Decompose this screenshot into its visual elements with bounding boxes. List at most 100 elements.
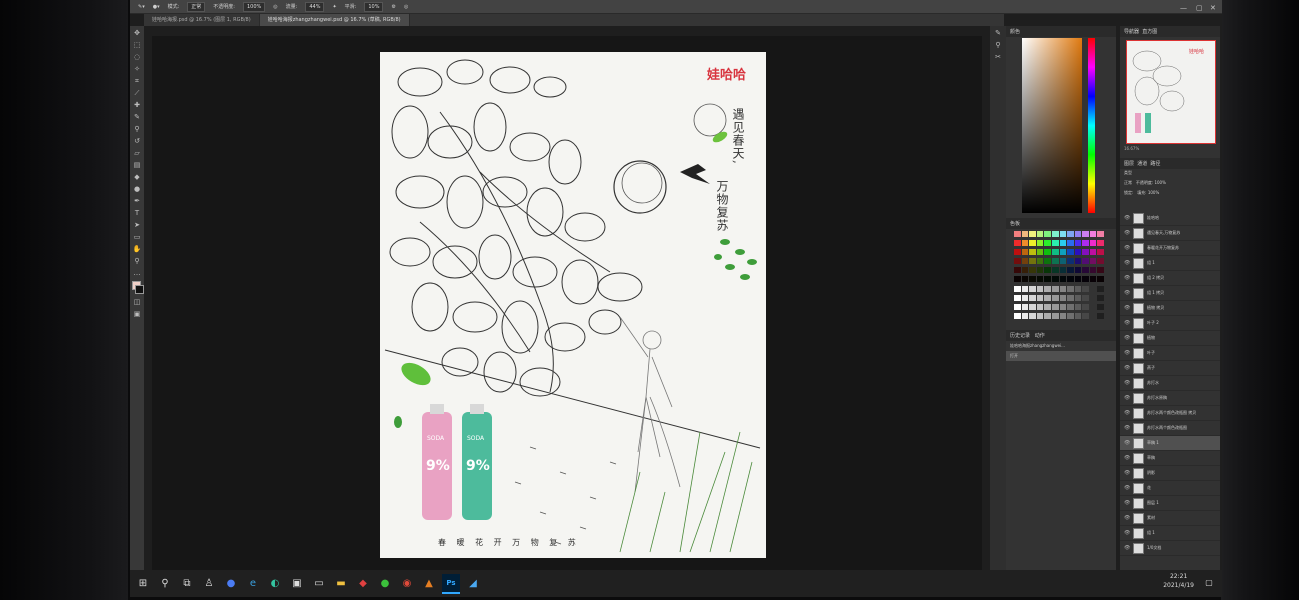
color-swatch[interactable] [1036, 267, 1044, 274]
color-swatch[interactable] [1097, 294, 1104, 301]
color-swatch[interactable] [1051, 249, 1059, 256]
notification-icon[interactable]: ▢ [1200, 574, 1218, 592]
hand-tool-icon[interactable]: ✋ [132, 245, 142, 254]
color-swatch[interactable] [1014, 240, 1021, 247]
color-swatch[interactable] [1067, 231, 1074, 237]
layer-row[interactable]: 👁 叶子 2 [1120, 316, 1220, 331]
layer-row[interactable]: 👁 燕子 [1120, 361, 1220, 376]
task-view-icon[interactable]: ⧉ [178, 575, 196, 593]
type-tool-icon[interactable]: T [132, 209, 142, 218]
visibility-eye-icon[interactable]: 👁 [1124, 530, 1130, 536]
layer-row[interactable]: 👁 娃哈哈 [1120, 211, 1220, 226]
color-swatch[interactable] [1044, 303, 1051, 310]
color-swatch[interactable] [1074, 249, 1082, 256]
color-swatch[interactable] [1014, 285, 1021, 292]
visibility-eye-icon[interactable]: 👁 [1124, 230, 1130, 236]
color-swatch[interactable] [1089, 258, 1097, 265]
color-swatch[interactable] [1014, 294, 1021, 301]
color-swatch[interactable] [1097, 276, 1104, 283]
color-swatch[interactable] [1097, 258, 1104, 265]
color-swatch[interactable] [1021, 312, 1029, 319]
color-swatch[interactable] [1067, 285, 1074, 292]
quick-mask-icon[interactable]: ◫ [132, 298, 142, 307]
color-swatch[interactable] [1029, 285, 1036, 292]
color-swatch[interactable] [1089, 231, 1097, 237]
brush-tool-icon[interactable]: ✎▾ [138, 4, 145, 10]
actions-tab-label[interactable]: 动作 [1035, 333, 1045, 339]
app-red-icon[interactable]: ◆ [354, 575, 372, 593]
layer-row[interactable]: 👁 花 [1120, 481, 1220, 496]
color-swatch[interactable] [1074, 285, 1082, 292]
color-swatch[interactable] [1044, 258, 1051, 265]
color-swatch[interactable] [1059, 240, 1067, 247]
airbrush-icon[interactable]: ✦ [332, 4, 336, 10]
color-swatch[interactable] [1097, 240, 1104, 247]
color-swatch[interactable] [1082, 258, 1089, 265]
color-swatch[interactable] [1044, 276, 1051, 283]
color-swatch[interactable] [1036, 303, 1044, 310]
color-swatch[interactable] [1044, 294, 1051, 301]
color-swatch[interactable] [1097, 267, 1104, 274]
app-cyan-icon[interactable]: ◢ [464, 575, 482, 593]
screen-mode-icon[interactable]: ▣ [132, 310, 142, 319]
color-swatch[interactable] [1044, 267, 1051, 274]
color-swatch[interactable] [1029, 249, 1036, 256]
color-swatch[interactable] [1067, 267, 1074, 274]
tab-document-1[interactable]: 娃哈哈海报.psd @ 16.7% (图层 1, RGB/8) [144, 14, 260, 26]
color-swatch[interactable] [1067, 240, 1074, 247]
layer-row[interactable]: 👁 组 2 拷贝 [1120, 271, 1220, 286]
color-swatch[interactable] [1014, 258, 1021, 265]
color-swatch[interactable] [1059, 276, 1067, 283]
color-swatch[interactable] [1089, 249, 1097, 256]
visibility-eye-icon[interactable]: 👁 [1124, 320, 1130, 326]
color-swatch[interactable] [1051, 240, 1059, 247]
chrome-icon[interactable]: ◉ [398, 575, 416, 593]
color-swatch[interactable] [1044, 240, 1051, 247]
color-swatch[interactable] [1089, 240, 1097, 247]
color-swatch[interactable] [1051, 303, 1059, 310]
history-panel-tab[interactable]: 历史记录 动作 [1006, 330, 1116, 341]
visibility-eye-icon[interactable]: 👁 [1124, 305, 1130, 311]
color-swatch[interactable] [1021, 240, 1029, 247]
more-tools-icon[interactable]: … [132, 269, 142, 278]
edge-new-icon[interactable]: ◐ [266, 575, 284, 593]
color-swatch[interactable] [1097, 231, 1104, 237]
color-swatch[interactable] [1036, 312, 1044, 319]
blend-mode-select[interactable]: 正常 [1124, 180, 1132, 185]
color-swatch[interactable] [1036, 276, 1044, 283]
color-swatch[interactable] [1059, 231, 1067, 237]
system-clock[interactable]: 22:21 2021/4/19 [1163, 572, 1194, 590]
color-swatch[interactable] [1082, 303, 1089, 310]
search-icon[interactable]: ⚲ [156, 575, 174, 593]
layer-row[interactable]: 👁 图层 1 [1120, 496, 1220, 511]
wechat-icon[interactable]: ● [376, 575, 394, 593]
layer-row[interactable]: 👁 组 1 [1120, 526, 1220, 541]
color-swatch[interactable] [1051, 276, 1059, 283]
layer-row[interactable]: 👁 阴影 [1120, 466, 1220, 481]
magic-wand-tool-icon[interactable]: ✧ [132, 65, 142, 74]
color-picker-field[interactable] [1022, 38, 1082, 213]
healing-brush-tool-icon[interactable]: ✚ [132, 101, 142, 110]
color-swatch[interactable] [1029, 231, 1036, 237]
color-swatch[interactable] [1059, 312, 1067, 319]
color-swatch[interactable] [1067, 294, 1074, 301]
color-swatch[interactable] [1014, 249, 1021, 256]
history-brush-tool-icon[interactable]: ↺ [132, 137, 142, 146]
mode-select[interactable]: 正常 [187, 1, 206, 12]
color-swatch[interactable] [1021, 285, 1029, 292]
color-swatch[interactable] [1036, 258, 1044, 265]
visibility-eye-icon[interactable]: 👁 [1124, 245, 1130, 251]
color-swatch[interactable] [1036, 294, 1044, 301]
visibility-eye-icon[interactable]: 👁 [1124, 425, 1130, 431]
visibility-eye-icon[interactable]: 👁 [1124, 545, 1130, 551]
visibility-eye-icon[interactable]: 👁 [1124, 275, 1130, 281]
visibility-eye-icon[interactable]: 👁 [1124, 350, 1130, 356]
color-swatch[interactable] [1051, 231, 1059, 237]
path-selection-tool-icon[interactable]: ➤ [132, 221, 142, 230]
color-swatch[interactable] [1029, 258, 1036, 265]
color-swatch[interactable] [1082, 231, 1089, 237]
color-swatch[interactable] [1044, 231, 1051, 237]
settings-gear-icon[interactable]: ⚙ [391, 4, 395, 10]
photoshop-icon[interactable]: Ps [442, 573, 460, 594]
crop-tool-icon[interactable]: ⌗ [132, 77, 142, 86]
